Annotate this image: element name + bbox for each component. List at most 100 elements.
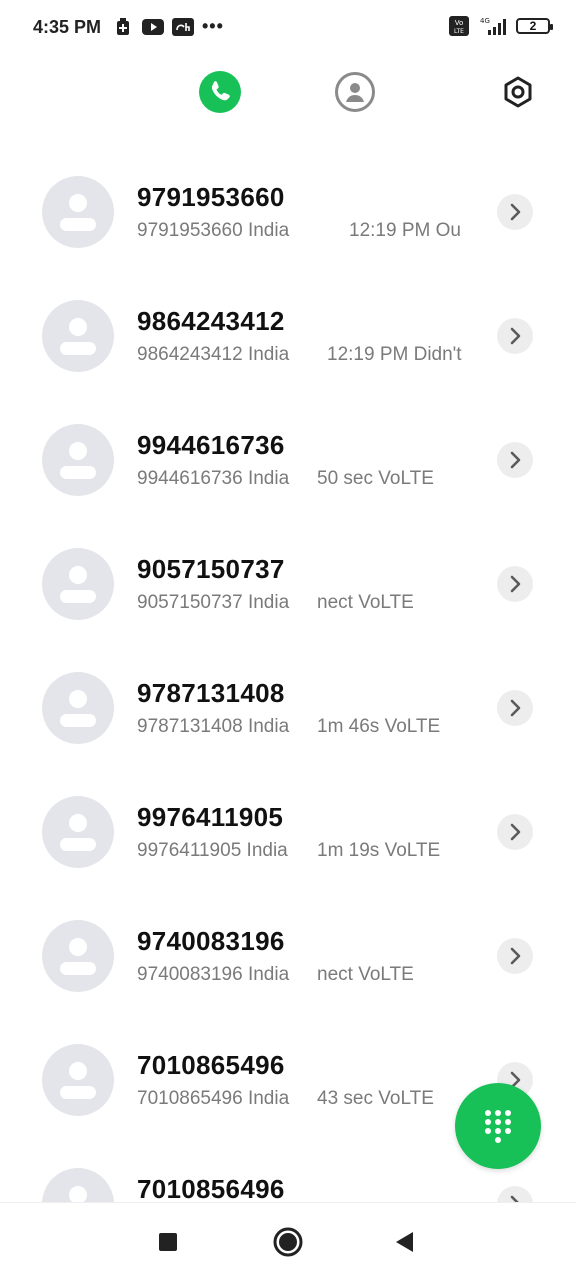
avatar-head	[69, 690, 87, 708]
more-notifications-icon: •••	[202, 16, 224, 36]
call-info: nect VoLTE	[317, 592, 414, 613]
contact-avatar-icon	[42, 1044, 114, 1116]
back-button[interactable]	[387, 1225, 421, 1259]
call-info: 50 sec VoLTE	[317, 468, 434, 489]
call-details: 9787131408 India 1m 46s VoLTE	[137, 716, 471, 740]
call-location: 9864243412 India	[137, 344, 294, 366]
call-details-button[interactable]	[497, 318, 533, 354]
caller-number: 9740083196	[137, 926, 285, 956]
dialpad-button[interactable]	[455, 1083, 541, 1169]
contact-avatar-icon	[42, 176, 114, 248]
call-info: 1m 19s VoLTE	[317, 840, 441, 861]
call-details-button[interactable]	[497, 690, 533, 726]
call-details-button[interactable]	[497, 1186, 533, 1202]
call-details: 9740083196 India nect VoLTE	[137, 964, 471, 988]
tab-contacts[interactable]	[331, 68, 379, 116]
call-location: 9057150737 India	[137, 592, 294, 614]
caller-number: 9791953660	[137, 182, 285, 212]
call-log-row[interactable]: 9864243412 9864243412 India 12:19 PM Didn'…	[0, 274, 576, 398]
call-info: 12:19 PM Ou	[349, 220, 461, 241]
contacts-icon	[335, 72, 375, 112]
avatar-body	[60, 466, 96, 479]
call-details-button[interactable]	[497, 442, 533, 478]
call-log-row[interactable]: 9787131408 9787131408 India 1m 46s VoLTE	[0, 646, 576, 770]
signal-icon: 4G	[478, 16, 508, 36]
call-details-button[interactable]	[497, 194, 533, 230]
svg-text:LTE: LTE	[454, 28, 464, 35]
home-icon	[273, 1227, 303, 1257]
call-details-button[interactable]	[497, 566, 533, 602]
caller-number: 7010865496	[137, 1050, 285, 1080]
avatar-head	[69, 318, 87, 336]
system-icons: Vo LTE 4G 2	[448, 16, 553, 36]
svg-text:4G: 4G	[480, 17, 490, 25]
avatar-body	[60, 590, 96, 603]
tab-calls[interactable]	[196, 68, 244, 116]
call-details: 9944616736 India 50 sec VoLTE	[137, 468, 471, 492]
home-button[interactable]	[271, 1225, 305, 1259]
volte-icon: Vo LTE	[448, 16, 470, 36]
call-log-list[interactable]: 9791953660 9791953660 India 12:19 PM Ou 986…	[0, 150, 576, 1202]
chevron-right-icon	[510, 1195, 519, 1202]
notification-icons: •••	[112, 16, 224, 37]
top-bar	[0, 60, 576, 124]
caller-number: 9976411905	[137, 802, 284, 832]
avatar-head	[69, 814, 87, 832]
avatar-body	[60, 714, 96, 727]
avatar-head	[69, 194, 87, 212]
avatar-body	[60, 1086, 96, 1099]
battery-saver-icon	[112, 17, 134, 37]
call-location: 9791953660 India	[137, 220, 294, 242]
phone-icon	[199, 71, 241, 113]
call-location: 9944616736 India	[137, 468, 294, 490]
recents-icon	[159, 1233, 177, 1251]
call-details: 9864243412 India 12:19 PM Didn't	[137, 344, 471, 368]
call-info: 43 sec VoLTE	[317, 1088, 434, 1109]
caller-number: 9864243412	[137, 306, 285, 336]
avatar-head	[69, 938, 87, 956]
caller-number: 9057150737	[137, 554, 285, 584]
chevron-right-icon	[510, 203, 521, 221]
navigation-bar	[0, 1202, 576, 1281]
chevron-right-icon	[510, 575, 521, 593]
avatar-body	[60, 218, 96, 231]
call-details: 9976411905 India 1m 19s VoLTE	[137, 840, 471, 864]
recents-button[interactable]	[151, 1225, 185, 1259]
chevron-right-icon	[510, 947, 521, 965]
call-location: 9976411905 India	[137, 840, 292, 862]
chevron-right-icon	[510, 699, 521, 717]
dialpad-icon	[485, 1110, 511, 1143]
caller-number: 7010856496	[137, 1174, 285, 1202]
call-log-row[interactable]: 9944616736 9944616736 India 50 sec VoLTE	[0, 398, 576, 522]
call-info: nect VoLTE	[317, 964, 414, 985]
chevron-right-icon	[510, 451, 521, 469]
avatar-head	[69, 1186, 87, 1202]
call-log-row[interactable]: 9740083196 9740083196 India nect VoLTE	[0, 894, 576, 1018]
call-details-button[interactable]	[497, 814, 533, 850]
status-time: 4:35 PM	[33, 17, 102, 37]
caller-number: 9944616736	[137, 430, 285, 460]
avatar-head	[69, 442, 87, 460]
call-info: 1m 46s VoLTE	[317, 716, 441, 737]
call-info: 12:19 PM Didn't	[327, 344, 462, 365]
avatar-head	[69, 566, 87, 584]
avatar-body	[60, 342, 96, 355]
status-bar: 4:35 PM ••• Vo LTE 4G 2	[0, 0, 576, 56]
chevron-right-icon	[510, 327, 521, 345]
settings-button[interactable]	[494, 68, 542, 116]
settings-icon	[504, 76, 532, 108]
back-icon	[396, 1232, 413, 1252]
call-log-row[interactable]: 9976411905 9976411905 India 1m 19s VoLTE	[0, 770, 576, 894]
contact-avatar-icon	[42, 920, 114, 992]
youtube-icon	[142, 17, 164, 37]
call-details: 9791953660 India 12:19 PM Ou	[137, 220, 471, 244]
contact-avatar-icon	[42, 424, 114, 496]
call-log-row[interactable]: 9791953660 9791953660 India 12:19 PM Ou	[0, 150, 576, 274]
caller-number: 9787131408	[137, 678, 285, 708]
contact-avatar-icon	[42, 548, 114, 620]
contact-avatar-icon	[42, 1168, 114, 1202]
battery-icon: 2	[516, 18, 553, 34]
app-icon	[172, 17, 194, 37]
call-log-row[interactable]: 9057150737 9057150737 India nect VoLTE	[0, 522, 576, 646]
call-details-button[interactable]	[497, 938, 533, 974]
